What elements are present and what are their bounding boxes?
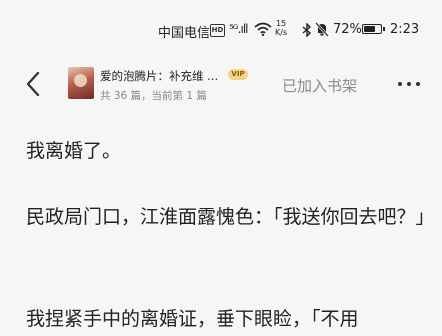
carrier-label: 中国电信 [158,26,211,41]
battery-level-fill [364,26,375,32]
added-to-shelf-button[interactable]: 已加入书架 [282,75,357,96]
paragraph: 民政局门口，江淮面露愧色：「我送你回去吧？」 [26,206,435,228]
book-progress: 共 36 篇，当前第 1 篇 [100,90,207,102]
status-bar: 中国电信 HD ⁵ᴳ.ıll 15 K/s 72% 2:23 [0,0,442,60]
book-cover-image[interactable] [68,67,94,99]
clock: 2:23 [390,22,420,37]
paragraph: 我捏紧手中的离婚证，垂下眼睑，「不用 [26,308,359,330]
paragraph: 我离婚了。 [26,140,122,162]
more-menu-icon[interactable] [398,82,420,88]
signal-icon: ⁵ᴳ.ıll [229,22,249,36]
vip-badge: VIP [228,69,248,80]
network-speed: 15 K/s [275,19,287,37]
network-speed-value: 15 [275,19,287,28]
back-arrow-icon[interactable] [24,70,42,98]
wifi-icon [254,22,272,36]
battery-icon [362,24,385,34]
mute-bell-icon [315,22,329,37]
network-speed-unit: K/s [275,28,288,37]
book-title[interactable]: 爱的泡腾片：补充维 ... [100,68,218,84]
reader-header: 爱的泡腾片：补充维 ... VIP 共 36 篇，当前第 1 篇 已加入书架 [0,60,442,110]
hd-icon: HD [210,24,225,37]
battery-percent: 72% [333,22,362,37]
bluetooth-icon [302,23,312,37]
